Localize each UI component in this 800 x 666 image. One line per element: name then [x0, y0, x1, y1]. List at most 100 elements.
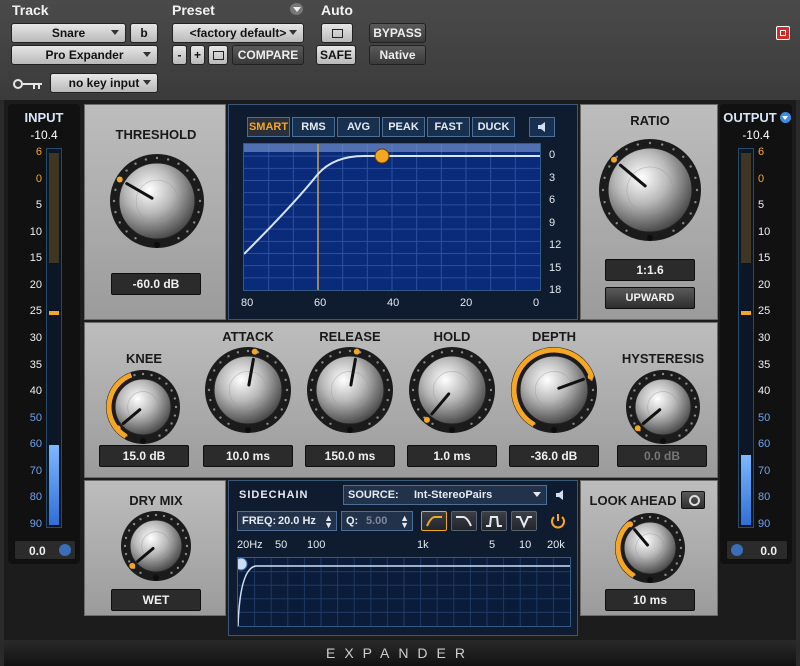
track-selector[interactable]: Snare [11, 23, 126, 43]
hold-label: HOLD [433, 329, 471, 344]
sidechain-listen-button[interactable] [553, 487, 569, 503]
meter-scale-label: 0 [35, 172, 42, 185]
output-menu-icon[interactable] [780, 112, 791, 123]
mode-tab-smart[interactable]: SMART [247, 117, 290, 137]
link-icon[interactable] [731, 544, 743, 556]
look-ahead-toggle[interactable] [681, 491, 705, 509]
release-value[interactable]: 150.0 ms [305, 445, 395, 467]
meter-scale-label: 25 [758, 305, 771, 318]
plugin-title-bar: EXPANDER [4, 640, 796, 666]
plugin-selector[interactable]: Pro Expander [11, 45, 158, 65]
input-scale: 6 0 5 10 15 20 25 30 35 40 50 60 70 80 90 [8, 146, 44, 530]
attack-knob[interactable] [203, 345, 293, 435]
graph-y-tick: 6 [549, 194, 556, 206]
threshold-panel: THRESHOLD -60.0 dB [84, 104, 226, 320]
lowpass-filter-button[interactable] [451, 511, 477, 531]
sidechain-freq-tick: 5 [489, 539, 496, 551]
compare-button[interactable]: COMPARE [232, 45, 304, 65]
meter-scale-label: 40 [29, 385, 42, 398]
audition-button[interactable] [529, 117, 555, 137]
preset-copy-button[interactable] [208, 45, 228, 65]
hold-knob[interactable] [407, 345, 497, 435]
meter-scale-label: 6 [35, 146, 42, 158]
meter-scale-label: 25 [29, 305, 42, 318]
transfer-curve-graph[interactable] [243, 143, 541, 291]
sidechain-source-selector[interactable]: SOURCE: Int-StereoPairs [343, 485, 547, 505]
highpass-filter-button[interactable] [421, 511, 447, 531]
input-headroom [49, 153, 59, 263]
sidechain-q-field[interactable]: Q: 5.00 ▲ ▼ [341, 511, 413, 531]
bypass-button[interactable]: BYPASS [369, 23, 426, 43]
depth-label: DEPTH [531, 329, 577, 344]
power-icon [689, 495, 700, 506]
graph-y-tick: 12 [549, 239, 562, 251]
knee-knob[interactable] [103, 367, 183, 447]
meter-scale-label: 40 [758, 385, 771, 398]
sidechain-filter-power-button[interactable] [547, 511, 569, 531]
key-input-selector[interactable]: no key input [50, 73, 158, 93]
release-label: RELEASE [319, 329, 381, 344]
meter-scale-label: 6 [758, 146, 765, 158]
mode-tab-rms[interactable]: RMS [292, 117, 335, 137]
graph-panel: SMART RMS AVG PEAK FAST DUCK 0 3 6 9 12 15 18 80 60 4… [228, 104, 578, 320]
attack-value[interactable]: 10.0 ms [203, 445, 293, 467]
chevron-down-icon [533, 492, 541, 497]
mode-tab-avg[interactable]: AVG [337, 117, 380, 137]
sidechain-freq-field[interactable]: FREQ: 20.0 Hz ▲ ▼ [237, 511, 337, 531]
look-ahead-value[interactable]: 10 ms [605, 589, 695, 611]
hysteresis-knob[interactable] [623, 367, 703, 447]
stepper-icon: ▲ ▼ [324, 513, 333, 530]
preset-name: <factory default> [189, 26, 287, 40]
mode-tab-peak[interactable]: PEAK [382, 117, 425, 137]
link-icon[interactable] [59, 544, 71, 556]
close-icon[interactable] [776, 26, 790, 40]
output-level-fill [741, 455, 751, 525]
key-input-value: no key input [68, 76, 140, 90]
threshold-knob[interactable] [107, 151, 207, 251]
mode-tab-fast[interactable]: FAST [427, 117, 470, 137]
output-gain-field[interactable]: 0.0 [726, 540, 788, 560]
automation-button[interactable] [321, 23, 353, 43]
ratio-knob[interactable] [595, 135, 705, 245]
ratio-label: RATIO [630, 113, 670, 128]
bandpass-filter-button[interactable] [481, 511, 507, 531]
safe-button[interactable]: SAFE [316, 45, 356, 65]
dry-mix-knob[interactable] [119, 509, 193, 583]
release-knob[interactable] [305, 345, 395, 435]
preset-prev-button[interactable]: - [172, 45, 187, 65]
sidechain-filter-graph[interactable] [234, 557, 571, 627]
graph-x-tick: 80 [241, 297, 254, 309]
threshold-value[interactable]: -60.0 dB [111, 273, 201, 295]
mode-tab-duck[interactable]: DUCK [472, 117, 515, 137]
preset-selector[interactable]: <factory default> [172, 23, 304, 43]
dry-mix-value[interactable]: WET [111, 589, 201, 611]
input-gain-field[interactable]: 0.0 [14, 540, 76, 560]
look-ahead-knob[interactable] [613, 511, 687, 585]
look-ahead-label: LOOK AHEAD [589, 493, 677, 508]
meter-scale-label: 15 [758, 252, 771, 265]
sidechain-freq-tick: 10 [519, 539, 532, 551]
speaker-icon [538, 122, 545, 132]
plugin-header: Track Preset Auto Snare b Pro Expander <… [0, 0, 800, 100]
hysteresis-value[interactable]: 0.0 dB [617, 445, 707, 467]
input-level-meter [46, 148, 62, 528]
detection-mode-tabs: SMART RMS AVG PEAK FAST DUCK [247, 117, 517, 137]
meter-scale-label: 60 [29, 438, 42, 451]
hold-value[interactable]: 1.0 ms [407, 445, 497, 467]
input-gain-value: 0.0 [29, 544, 46, 558]
preset-next-button[interactable]: + [190, 45, 205, 65]
automation-icon [331, 29, 343, 38]
meter-scale-label: 50 [29, 411, 42, 424]
depth-knob[interactable] [509, 345, 599, 435]
source-label: SOURCE: [348, 489, 399, 501]
preset-menu-icon[interactable] [290, 3, 303, 15]
meter-scale-label: 70 [29, 464, 42, 477]
depth-value[interactable]: -36.0 dB [509, 445, 599, 467]
ratio-value[interactable]: 1:1.6 [605, 259, 695, 281]
knee-value[interactable]: 15.0 dB [99, 445, 189, 467]
notch-filter-button[interactable] [511, 511, 537, 531]
upward-button[interactable]: UPWARD [605, 287, 695, 309]
sidechain-filter-curve [234, 557, 570, 627]
track-channel-selector[interactable]: b [130, 23, 158, 43]
attack-label: ATTACK [222, 329, 274, 344]
